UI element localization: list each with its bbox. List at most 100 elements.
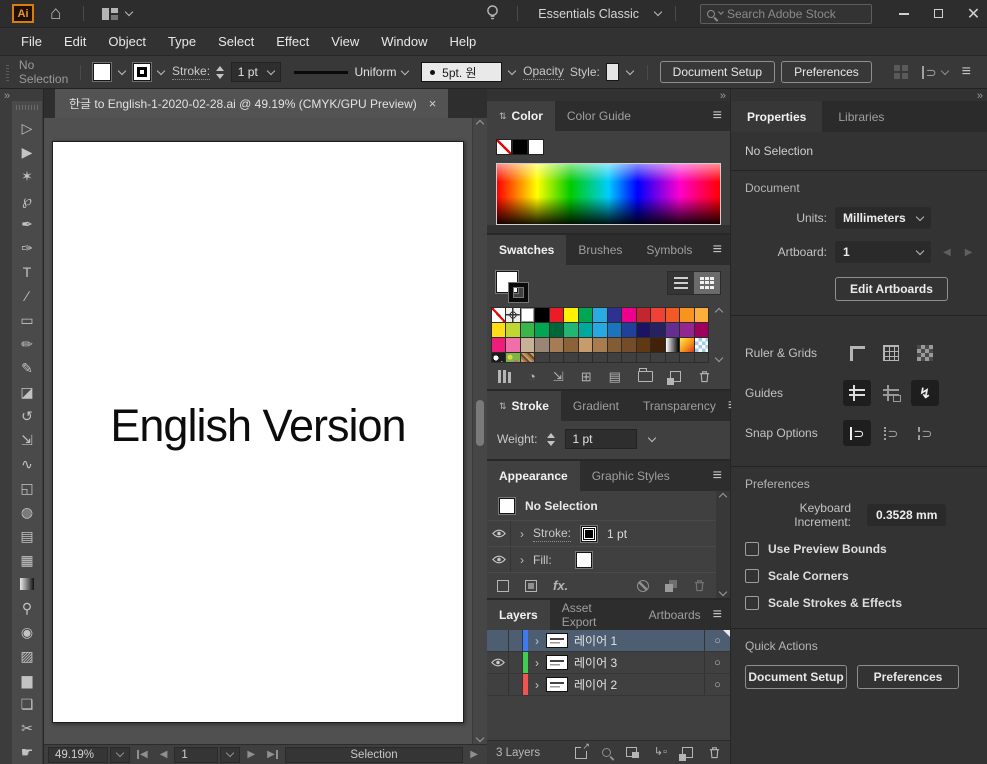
hand-tool[interactable]: ☛ [12,740,42,764]
menu-edit[interactable]: Edit [53,34,97,49]
artboard[interactable]: English Version [52,141,464,723]
perspective-grid-tool[interactable]: ▤ [12,524,42,548]
swatch[interactable] [492,338,506,352]
swatch-libraries-icon[interactable] [497,370,511,383]
show-transparency-grid-button[interactable] [911,340,939,366]
layer-row[interactable]: › 레이어 1 ○ [487,630,730,652]
swatch[interactable] [564,338,578,352]
layer-thumbnail[interactable] [546,633,568,648]
new-fill-icon[interactable] [525,579,537,592]
type-tool[interactable]: T [12,260,42,284]
swatch[interactable] [694,338,708,352]
opacity-link[interactable]: Opacity [523,64,564,80]
style-swatch[interactable] [605,63,620,81]
panel-collapse-icon[interactable]: » [731,89,987,101]
swatch[interactable] [622,338,636,352]
lock-toggle[interactable] [509,630,523,651]
line-segment-tool[interactable]: ∕ [12,284,42,308]
selection-tool[interactable]: ▷ [12,116,42,140]
scale-tool[interactable]: ⇲ [12,428,42,452]
expand-chevron-icon[interactable]: › [528,678,546,692]
smart-guides-button[interactable]: ↯ [911,380,939,406]
appearance-row-header[interactable]: No Selection [487,491,716,521]
add-from-library-icon[interactable]: ⇲ [553,370,564,383]
tab-transparency[interactable]: Transparency [631,391,728,421]
panel-menu-icon[interactable]: ≡ [713,108,722,124]
menu-type[interactable]: Type [157,34,207,49]
stroke-panel-link[interactable]: Stroke: [172,64,211,80]
fill-color-dropdown[interactable] [117,63,127,81]
none-swatch[interactable] [496,139,512,155]
previous-artboard-button[interactable]: ◀ [155,749,173,760]
tab-stroke[interactable]: ⇅ Stroke [487,391,561,421]
snap-to-point-button[interactable]: ⊃ [843,420,871,446]
arrange-documents-icon[interactable] [98,7,136,20]
artboard-tool[interactable]: ❏ [12,692,42,716]
expand-chevron-icon[interactable]: › [511,553,533,567]
swatch[interactable] [578,338,593,352]
menu-effect[interactable]: Effect [265,34,320,49]
lock-guides-button[interactable] [877,380,905,406]
clear-appearance-icon[interactable] [637,579,649,592]
shaper-tool[interactable]: ✎ [12,356,42,380]
gradient-tool[interactable] [12,572,42,596]
width-profile-dropdown[interactable]: Uniform [287,62,415,82]
snap-to-grid-button[interactable]: ⊃ [877,420,905,446]
chevron-down-icon[interactable] [266,66,276,75]
add-effect-icon[interactable]: fx. [553,579,568,592]
first-artboard-button[interactable]: ◀ [132,749,153,760]
panel-menu-icon[interactable]: ≡ [713,242,722,258]
new-layer-icon[interactable] [679,747,693,761]
collapse-panel-icon[interactable]: ⇅ [499,111,507,122]
document-setup-button[interactable]: Document Setup [659,61,776,83]
menu-window[interactable]: Window [370,34,438,49]
layer-target-icon[interactable]: ○ [704,674,730,695]
tab-color[interactable]: ⇅ Color [487,101,555,131]
swatch[interactable] [622,308,636,322]
scale-corners-checkbox[interactable] [745,569,759,583]
quick-document-setup-button[interactable]: Document Setup [745,665,847,689]
lock-toggle[interactable] [509,652,523,673]
swatch[interactable] [665,338,680,352]
swatch[interactable] [694,308,708,322]
new-color-group-icon[interactable] [637,368,653,382]
white-swatch[interactable] [528,139,544,155]
maximize-button[interactable] [925,0,952,28]
visibility-eye-icon[interactable] [487,521,511,546]
swatch[interactable] [593,323,607,337]
snap-to-pixel-button[interactable]: ⊃ [911,420,939,446]
swatch[interactable] [578,323,593,337]
swatch[interactable] [636,338,651,352]
swatch[interactable] [593,338,607,352]
stroke-color-dropdown[interactable] [157,63,166,81]
scroll-down-icon[interactable] [475,733,485,743]
list-view-button[interactable] [668,272,694,294]
slice-tool[interactable]: ✂ [12,716,42,740]
swatch[interactable] [665,308,680,322]
tab-asset-export[interactable]: Asset Export [550,600,637,630]
swatch[interactable] [535,323,549,337]
artboard-number-chevron[interactable] [220,746,241,763]
swatch[interactable] [492,353,506,362]
rectangle-tool[interactable]: ▭ [12,308,42,332]
control-bar-menu-icon[interactable]: ≡ [962,64,971,80]
tab-symbols[interactable]: Symbols [634,235,704,265]
swatch[interactable] [607,308,622,322]
visibility-toggle[interactable] [487,674,509,695]
swatch[interactable] [607,338,622,352]
fill-stroke-proxy[interactable] [496,271,530,303]
expand-chevron-icon[interactable]: › [528,634,546,648]
swatch[interactable] [622,323,636,337]
duplicate-item-icon[interactable] [665,579,677,592]
layer-name[interactable]: 레이어 1 [574,632,704,649]
panel-collapse-icon[interactable]: » [487,89,730,101]
tab-libraries[interactable]: Libraries [822,101,900,132]
document-tab[interactable]: 한글 to English-1-2020-02-28.ai @ 49.19% (… [55,89,449,118]
layer-row[interactable]: › 레이어 3 ○ [487,652,730,674]
collapse-panel-icon[interactable]: ⇅ [499,401,507,412]
swatch[interactable] [564,323,578,337]
symbol-sprayer-tool[interactable]: ▨ [12,644,42,668]
menu-object[interactable]: Object [97,34,157,49]
swatch[interactable] [680,308,694,322]
delete-swatch-icon[interactable] [698,370,711,383]
